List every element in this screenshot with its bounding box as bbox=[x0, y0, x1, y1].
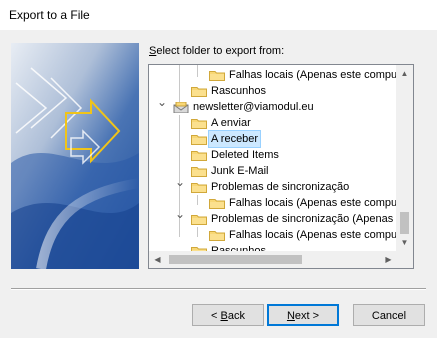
scroll-right-icon[interactable]: ▶ bbox=[380, 251, 397, 268]
wizard-illustration bbox=[11, 43, 139, 269]
tree-item-label: Rascunhos bbox=[211, 245, 267, 251]
tree-item[interactable]: Deleted Items bbox=[149, 147, 397, 163]
tree-item-label: Junk E-Mail bbox=[211, 165, 269, 177]
horizontal-scroll-thumb[interactable] bbox=[169, 255, 302, 264]
tree-item[interactable]: Falhas locais (Apenas este computador) bbox=[149, 195, 397, 211]
folder-prompt-label: Select folder to export from: bbox=[149, 45, 285, 57]
next-button[interactable]: Next > bbox=[267, 304, 339, 326]
folder-icon bbox=[191, 167, 207, 177]
folder-icon bbox=[191, 151, 207, 161]
separator bbox=[11, 288, 426, 290]
tree-item-label: Deleted Items bbox=[211, 149, 279, 161]
tree-item[interactable]: Falhas locais (Apenas este computador) bbox=[149, 227, 397, 243]
horizontal-scrollbar[interactable]: ◀ ▶ bbox=[149, 251, 397, 268]
folder-tree[interactable]: Falhas locais (Apenas este computador) Ra… bbox=[148, 64, 414, 269]
tree-item[interactable]: Rascunhos bbox=[149, 83, 397, 99]
title-bar: Export to a File bbox=[0, 0, 437, 30]
tree-item-label: Problemas de sincronização bbox=[211, 181, 350, 193]
tree-item[interactable]: Falhas locais (Apenas este computador) bbox=[149, 67, 397, 83]
folder-tree-rows: Falhas locais (Apenas este computador) Ra… bbox=[149, 65, 397, 251]
tree-item-label: newsletter@viamodul.eu bbox=[193, 101, 314, 113]
scroll-left-icon[interactable]: ◀ bbox=[149, 251, 166, 268]
folder-icon bbox=[191, 135, 207, 145]
folder-icon bbox=[209, 231, 225, 241]
collapse-chevron-icon[interactable]: ⌄ bbox=[157, 96, 167, 108]
collapse-chevron-icon[interactable]: ⌄ bbox=[175, 176, 185, 188]
folder-icon bbox=[191, 87, 207, 97]
tree-item[interactable]: ⌄ Problemas de sincronização (Apenas este… bbox=[149, 208, 397, 227]
tree-item[interactable]: ⌄ Problemas de sincronização bbox=[149, 176, 397, 195]
tree-item-label: Falhas locais (Apenas este computador) bbox=[229, 69, 397, 81]
scrollbar-corner bbox=[396, 251, 413, 268]
tree-item-label: Rascunhos bbox=[211, 85, 267, 97]
tree-item-label: A receber bbox=[207, 130, 262, 148]
tree-item[interactable]: ⌄ newsletter@viamodul.eu bbox=[149, 96, 397, 115]
folder-icon bbox=[209, 199, 225, 209]
tree-item-label: Falhas locais (Apenas este computador) bbox=[229, 229, 397, 241]
back-button[interactable]: < Back bbox=[192, 304, 264, 326]
tree-item[interactable]: A enviar bbox=[149, 115, 397, 131]
tree-item[interactable]: Junk E-Mail bbox=[149, 163, 397, 179]
tree-item-label: Falhas locais (Apenas este computador) bbox=[229, 197, 397, 209]
vertical-scroll-thumb[interactable] bbox=[400, 212, 409, 234]
scroll-down-icon[interactable]: ▼ bbox=[396, 234, 413, 251]
folder-icon bbox=[209, 71, 225, 81]
collapse-chevron-icon[interactable]: ⌄ bbox=[175, 208, 185, 220]
folder-icon bbox=[191, 119, 207, 129]
scroll-up-icon[interactable]: ▲ bbox=[396, 65, 413, 82]
tree-item-label: Problemas de sincronização (Apenas este … bbox=[211, 213, 397, 225]
tree-item[interactable]: A receber bbox=[149, 130, 397, 148]
tree-item[interactable]: Rascunhos bbox=[149, 243, 397, 251]
folder-icon bbox=[191, 215, 207, 225]
window-title: Export to a File bbox=[9, 8, 90, 22]
folder-icon bbox=[191, 183, 207, 193]
tree-item-label: A enviar bbox=[211, 117, 251, 129]
mailbox-icon bbox=[173, 102, 189, 113]
vertical-scrollbar[interactable]: ▲ ▼ bbox=[396, 65, 413, 251]
cancel-button[interactable]: Cancel bbox=[353, 304, 425, 326]
